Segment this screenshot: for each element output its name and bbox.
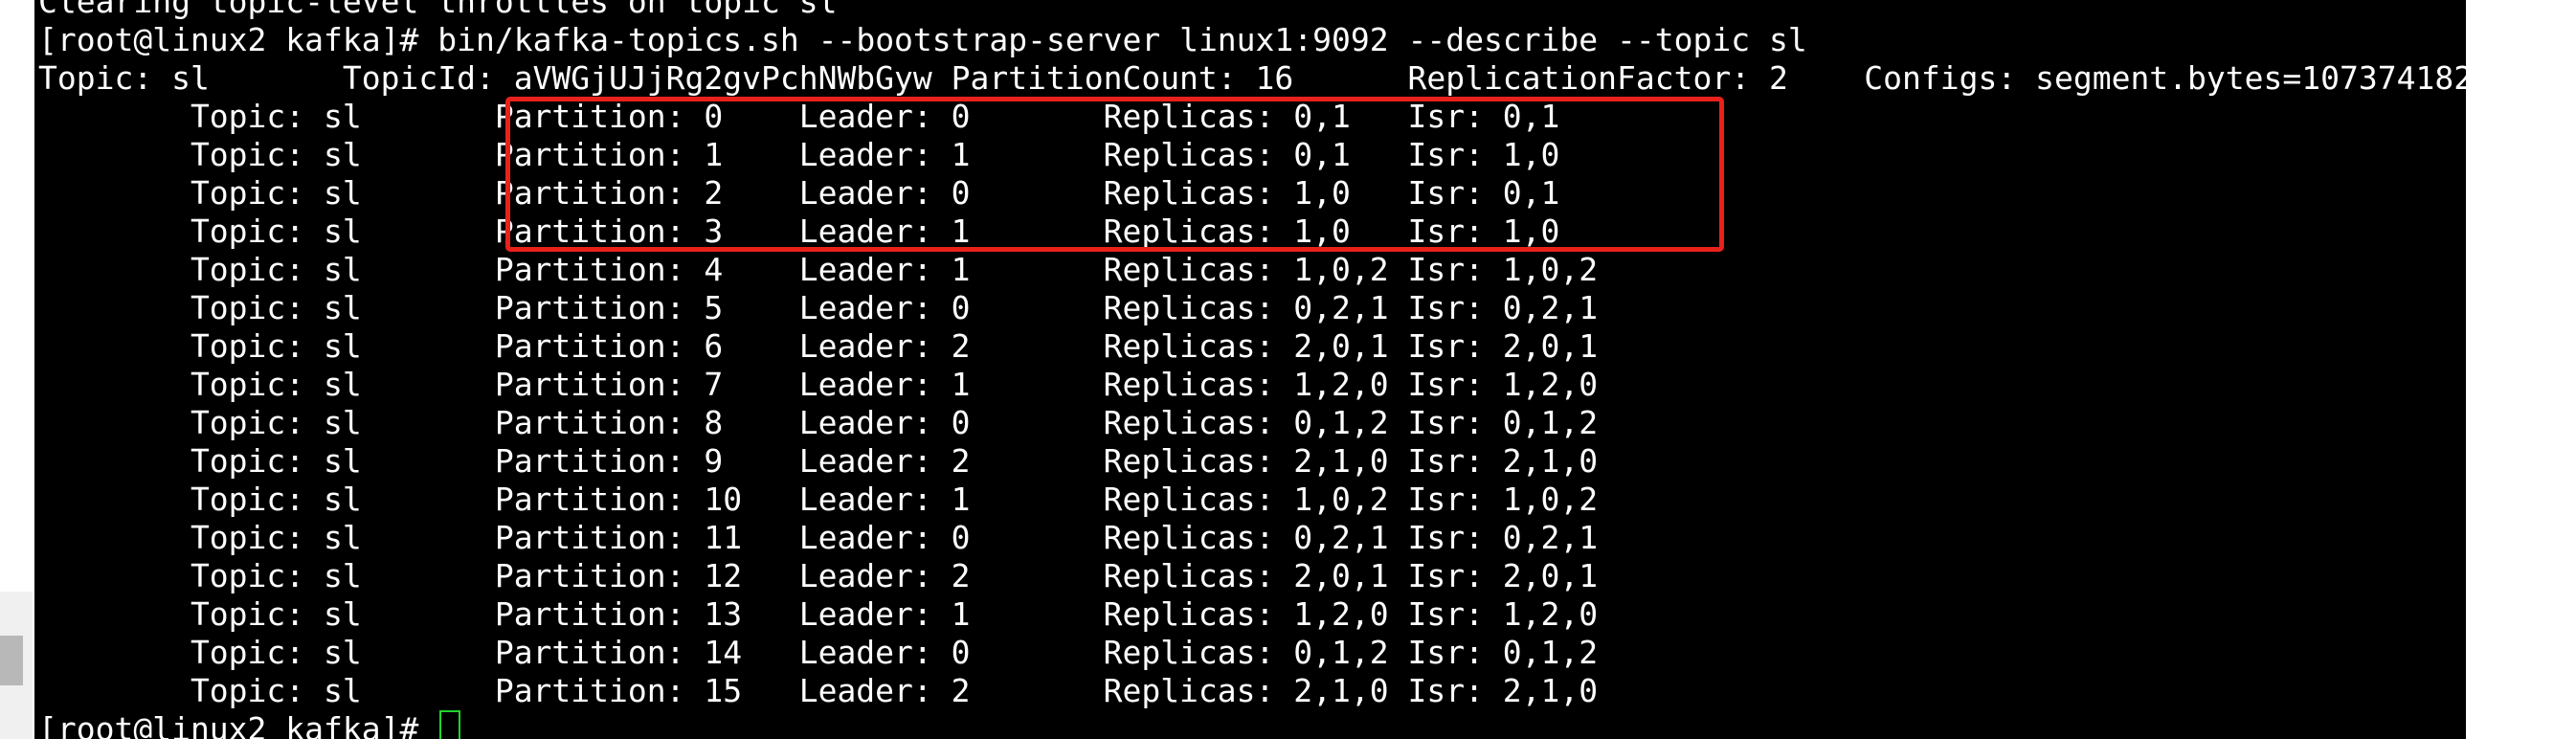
cursor-icon: [439, 710, 461, 739]
shell-prompt: [root@linux2 kafka]#: [38, 21, 438, 58]
terminal-window[interactable]: Clearing topic-level throttles on topic …: [34, 0, 2466, 739]
partition-row: Topic: sl Partition: 4 Leader: 1 Replica…: [38, 251, 1599, 288]
partition-row: Topic: sl Partition: 12 Leader: 2 Replic…: [38, 557, 1599, 594]
partition-row: Topic: sl Partition: 6 Leader: 2 Replica…: [38, 327, 1599, 365]
command-text: bin/kafka-topics.sh --bootstrap-server l…: [437, 21, 1807, 58]
scrollbar-thumb[interactable]: [0, 636, 23, 685]
previous-output-line: Clearing topic-level throttles on topic …: [38, 0, 838, 20]
final-prompt-line[interactable]: [root@linux2 kafka]#: [38, 710, 2466, 739]
partition-row: Topic: sl Partition: 13 Leader: 1 Replic…: [38, 595, 1599, 633]
topic-summary-line: Topic: sl TopicId: aVWGjUJjRg2gvPchNWbGy…: [38, 59, 2466, 97]
partition-row: Topic: sl Partition: 10 Leader: 1 Replic…: [38, 481, 1599, 518]
command-line: [root@linux2 kafka]# bin/kafka-topics.sh…: [38, 21, 2466, 59]
annotation-highlight-box: [505, 97, 1724, 252]
partition-row: Topic: sl Partition: 9 Leader: 2 Replica…: [38, 442, 1599, 480]
partition-row: Topic: sl Partition: 7 Leader: 1 Replica…: [38, 366, 1599, 403]
partition-row: Topic: sl Partition: 8 Leader: 0 Replica…: [38, 404, 1599, 441]
scrollbar-track[interactable]: [0, 592, 33, 739]
partition-row: Topic: sl Partition: 5 Leader: 0 Replica…: [38, 289, 1599, 326]
shell-prompt: [root@linux2 kafka]#: [38, 710, 438, 739]
partition-row: Topic: sl Partition: 15 Leader: 2 Replic…: [38, 672, 1599, 709]
partition-row: Topic: sl Partition: 14 Leader: 0 Replic…: [38, 634, 1599, 671]
partition-row: Topic: sl Partition: 11 Leader: 0 Replic…: [38, 519, 1599, 556]
screenshot: Clearing topic-level throttles on topic …: [0, 0, 2576, 739]
